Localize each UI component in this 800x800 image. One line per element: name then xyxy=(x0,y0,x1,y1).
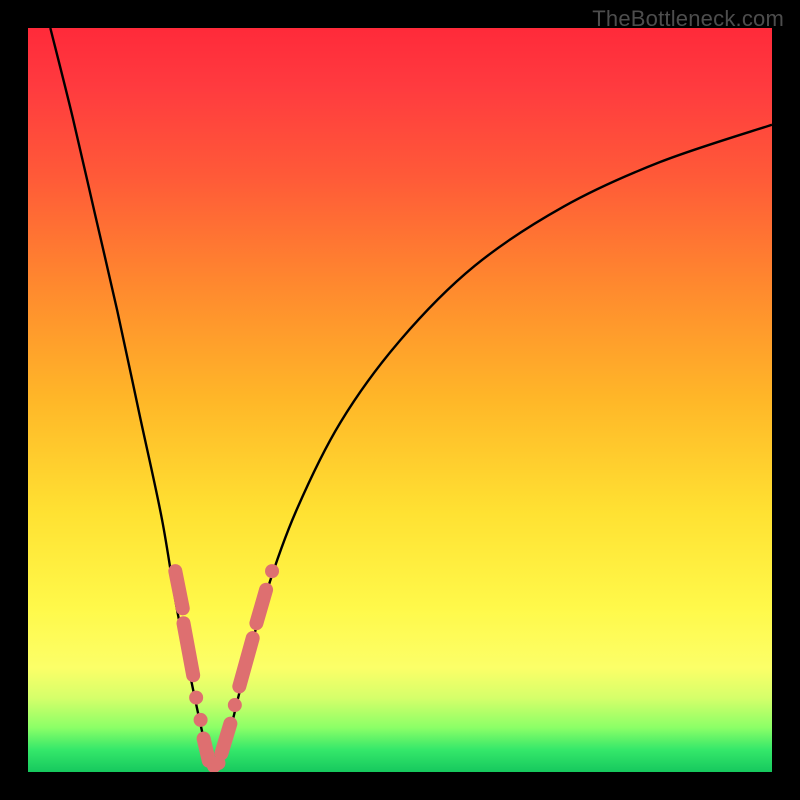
marker-dot xyxy=(207,759,221,772)
marker-pill xyxy=(256,590,266,623)
marker-layer xyxy=(175,564,279,772)
marker-pill xyxy=(239,638,252,686)
bottleneck-curve xyxy=(50,28,772,768)
marker-dot xyxy=(189,691,203,705)
curve-svg xyxy=(28,28,772,772)
marker-dot xyxy=(211,756,225,770)
marker-pill xyxy=(183,623,193,675)
marker-pill xyxy=(204,739,209,761)
marker-dot xyxy=(265,564,279,578)
plot-area xyxy=(28,28,772,772)
marker-dot xyxy=(228,698,242,712)
marker-pill xyxy=(175,571,182,608)
chart-frame: TheBottleneck.com xyxy=(0,0,800,800)
curve-path xyxy=(50,28,772,768)
marker-dot xyxy=(194,713,208,727)
marker-pill xyxy=(221,724,230,754)
